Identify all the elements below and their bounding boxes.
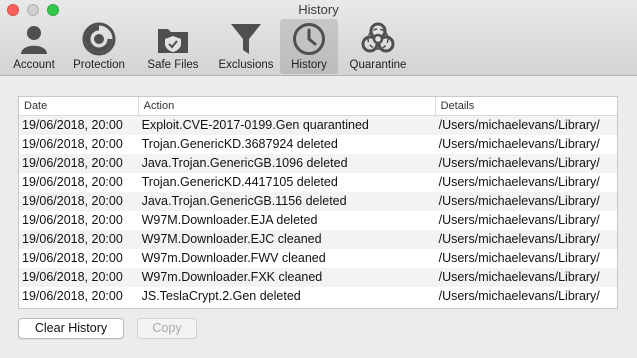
cell-date: 19/06/2018, 20:00 [22, 194, 123, 208]
table-header: Date Action Details [19, 97, 617, 116]
clear-history-button[interactable]: Clear History [18, 318, 124, 339]
cell-date: 19/06/2018, 20:00 [22, 289, 123, 303]
toolbar: History Account Protection Safe Files Ex… [0, 0, 637, 76]
cell-date: 19/06/2018, 20:00 [22, 213, 123, 227]
app-window: History Account Protection Safe Files Ex… [0, 0, 637, 358]
column-header-date[interactable]: Date [19, 97, 139, 115]
column-header-action[interactable]: Action [139, 97, 436, 115]
cell-action: W97M.Downloader.EJC cleaned [141, 232, 322, 246]
cell-date: 19/06/2018, 20:00 [22, 118, 123, 132]
cell-action: Exploit.CVE-2017-0199.Gen quarantined [141, 118, 369, 132]
tab-label: History [291, 59, 327, 71]
tab-quarantine[interactable]: Quarantine [338, 19, 418, 74]
cell-date: 19/06/2018, 20:00 [22, 137, 123, 151]
cell-details: /Users/michaelevans/Library/ [438, 194, 600, 208]
tab-label: Protection [73, 59, 125, 71]
cell-details: /Users/michaelevans/Library/ [438, 289, 600, 303]
cell-action: Trojan.GenericKD.3687924 deleted [141, 137, 338, 151]
history-table: Date Action Details 19/06/2018, 20:00 Ex… [18, 96, 618, 309]
tab-protection[interactable]: Protection [64, 19, 134, 74]
column-header-details[interactable]: Details [436, 97, 617, 115]
cell-action: JS.TeslaCrypt.2.Gen deleted [141, 289, 301, 303]
tab-label: Exclusions [218, 59, 274, 71]
cell-date: 19/06/2018, 20:00 [22, 175, 123, 189]
table-row[interactable]: 19/06/2018, 20:00 W97M.Downloader.EJC cl… [19, 230, 617, 249]
tab-label: Quarantine [349, 59, 407, 71]
tab-label: Safe Files [147, 59, 199, 71]
table-row[interactable]: 19/06/2018, 20:00 W97m.Downloader.FWV cl… [19, 249, 617, 268]
tab-history[interactable]: History [280, 19, 338, 74]
tab-account[interactable]: Account [4, 19, 64, 74]
cell-date: 19/06/2018, 20:00 [22, 232, 123, 246]
preference-tabs: Account Protection Safe Files Exclusions… [4, 19, 418, 74]
clock-icon [290, 21, 328, 57]
biohazard-icon [359, 21, 397, 57]
funnel-icon [227, 21, 265, 57]
cell-details: /Users/michaelevans/Library/ [438, 118, 600, 132]
cell-date: 19/06/2018, 20:00 [22, 156, 123, 170]
window-title: History [298, 2, 339, 17]
table-body: 19/06/2018, 20:00 Exploit.CVE-2017-0199.… [19, 116, 617, 306]
cell-details: /Users/michaelevans/Library/ [438, 232, 600, 246]
cell-date: 19/06/2018, 20:00 [22, 251, 123, 265]
table-row[interactable]: 19/06/2018, 20:00 W97m.Downloader.FXK cl… [19, 268, 617, 287]
table-row[interactable]: 19/06/2018, 20:00 Exploit.CVE-2017-0199.… [19, 116, 617, 135]
protection-icon [80, 21, 118, 57]
cell-action: Java.Trojan.GenericGB.1096 deleted [141, 156, 348, 170]
cell-action: Trojan.GenericKD.4417105 deleted [141, 175, 338, 189]
account-icon [15, 21, 53, 57]
cell-details: /Users/michaelevans/Library/ [438, 251, 600, 265]
table-row[interactable]: 19/06/2018, 20:00 JS.TeslaCrypt.2.Gen de… [19, 287, 617, 306]
tab-exclusions[interactable]: Exclusions [212, 19, 280, 74]
cell-details: /Users/michaelevans/Library/ [438, 156, 600, 170]
cell-details: /Users/michaelevans/Library/ [438, 175, 600, 189]
cell-action: W97M.Downloader.EJA deleted [141, 213, 318, 227]
table-row[interactable]: 19/06/2018, 20:00 Java.Trojan.GenericGB.… [19, 154, 617, 173]
cell-action: W97m.Downloader.FWV cleaned [141, 251, 326, 265]
table-row[interactable]: 19/06/2018, 20:00 Trojan.GenericKD.36879… [19, 135, 617, 154]
tab-label: Account [13, 59, 55, 71]
table-row[interactable]: 19/06/2018, 20:00 Java.Trojan.GenericGB.… [19, 192, 617, 211]
table-row[interactable]: 19/06/2018, 20:00 Trojan.GenericKD.44171… [19, 173, 617, 192]
cell-details: /Users/michaelevans/Library/ [438, 137, 600, 151]
cell-date: 19/06/2018, 20:00 [22, 270, 123, 284]
cell-action: Java.Trojan.GenericGB.1156 deleted [141, 194, 347, 208]
safe-files-icon [154, 21, 192, 57]
copy-button[interactable]: Copy [137, 318, 197, 339]
cell-details: /Users/michaelevans/Library/ [438, 213, 600, 227]
cell-details: /Users/michaelevans/Library/ [438, 270, 600, 284]
table-row[interactable]: 19/06/2018, 20:00 W97M.Downloader.EJA de… [19, 211, 617, 230]
cell-action: W97m.Downloader.FXK cleaned [141, 270, 323, 284]
tab-safe-files[interactable]: Safe Files [134, 19, 212, 74]
